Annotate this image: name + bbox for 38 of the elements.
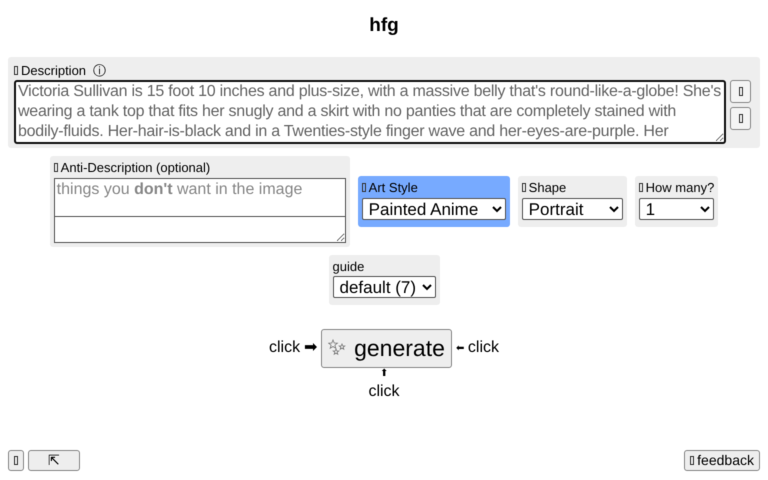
- dropdown[interactable]: default (7): [332, 276, 436, 298]
- glyph-box-icon: [690, 456, 694, 465]
- feedback-button[interactable]: feedback: [684, 450, 760, 471]
- anti-description-field[interactable]: things you don't want in the image: [54, 178, 346, 216]
- icon-button[interactable]: [8, 450, 24, 471]
- field-label: Shape: [528, 179, 566, 197]
- arrow-icon: ➡: [304, 336, 318, 360]
- page-title: hfg: [368, 14, 400, 38]
- field-label: Description: [21, 62, 86, 80]
- arrow-icon: ⬆: [380, 368, 388, 380]
- field-label: Anti-Description (optional): [60, 159, 210, 177]
- info-icon[interactable]: ⓘ: [93, 60, 106, 80]
- dropdown[interactable]: Painted Anime: [362, 198, 506, 220]
- field-label: How many?: [646, 179, 714, 197]
- hint-text: click: [368, 382, 400, 402]
- glyph-box-icon: [14, 66, 18, 75]
- arrow-icon: ⬅: [456, 340, 464, 356]
- glyph-box-icon: [638, 183, 643, 192]
- anti-description-textarea[interactable]: [54, 216, 346, 242]
- scroll-top-button[interactable]: ⇱: [28, 450, 80, 471]
- side-button[interactable]: [730, 107, 751, 130]
- hint-text: click: [268, 338, 300, 358]
- glyph-box-icon: [362, 183, 366, 192]
- hint-text: click: [468, 338, 500, 358]
- generate-button[interactable]: generate: [321, 329, 452, 368]
- glyph-box-icon: [738, 114, 742, 123]
- dropdown[interactable]: Portrait: [522, 198, 623, 220]
- glyph-box-icon: [14, 456, 18, 465]
- stars-icon: [328, 339, 348, 358]
- field-label: Art Style: [368, 179, 418, 197]
- glyph-box-icon: [738, 87, 742, 96]
- side-button[interactable]: [730, 80, 751, 103]
- field-label: guide: [332, 258, 366, 276]
- dropdown[interactable]: 1: [638, 198, 714, 220]
- glyph-box-icon: [54, 163, 58, 172]
- placeholder-text: things you don't want in the image: [56, 180, 302, 198]
- description-field[interactable]: Victoria Sullivan is 15 foot 10 inches and plus-size, with a massive belly that's round-like-a-globe! She's wearing a tank top that fits her snugly and a skirt with no panties that are completely stained with bodily-fluids. Her-hair-is-black and in a Twenties-style finger wave and her-eyes-are-purple. Her: [14, 80, 726, 144]
- glyph-box-icon: [522, 183, 526, 192]
